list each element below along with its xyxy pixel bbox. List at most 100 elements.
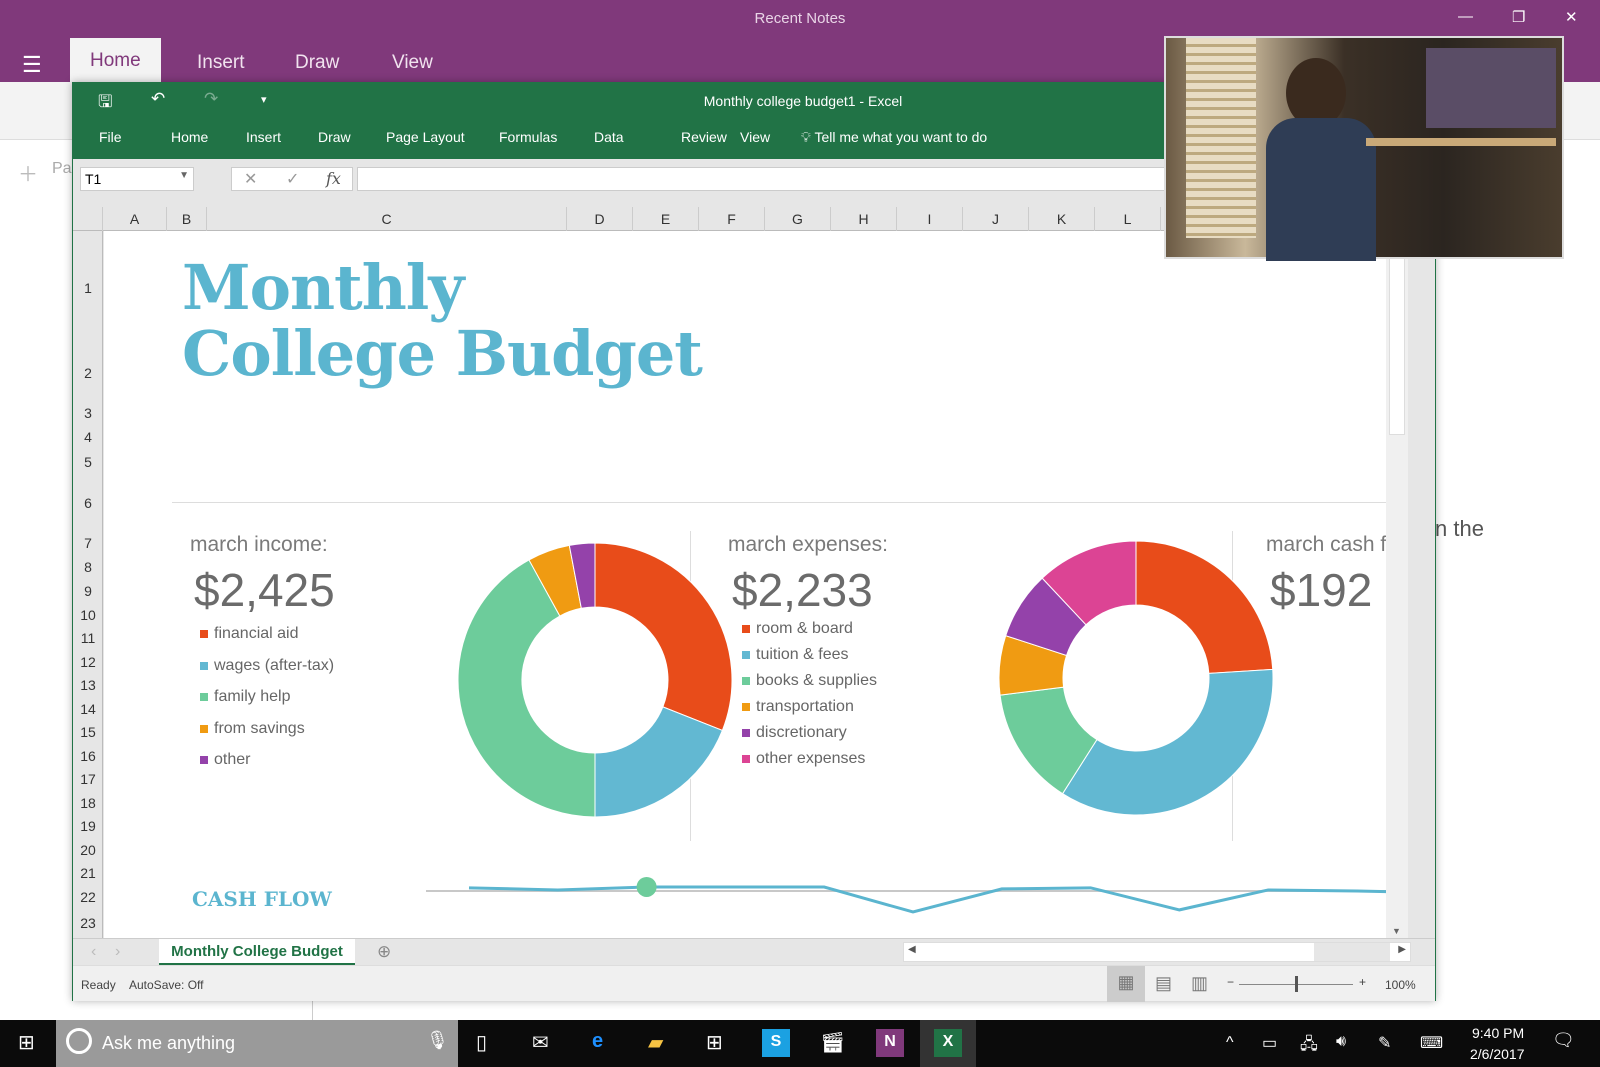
microphone-icon[interactable]: 🎙︎	[426, 1030, 449, 1051]
row-header[interactable]: 16	[73, 744, 103, 768]
scroll-down-icon[interactable]: ▼	[1392, 926, 1401, 936]
task-view-icon[interactable]: ▯	[476, 1030, 487, 1055]
cortana-search[interactable]: Ask me anything 🎙︎	[56, 1020, 458, 1067]
excel-taskbar-button[interactable]: X	[920, 1020, 976, 1067]
zoom-slider-thumb[interactable]	[1295, 976, 1298, 992]
cashflow-selected-point[interactable]	[636, 876, 657, 897]
keyboard-icon[interactable]: ⌨	[1420, 1033, 1443, 1053]
add-page-icon[interactable]: ＋	[18, 158, 38, 187]
sheet-tab-monthly-college-budget[interactable]: Monthly College Budget	[159, 939, 355, 965]
chevron-down-icon[interactable]: ▼	[179, 170, 189, 181]
onenote-tab-draw[interactable]: Draw	[275, 48, 359, 82]
zoom-in-icon[interactable]: +	[1359, 975, 1366, 989]
row-header[interactable]: 23	[73, 909, 103, 938]
row-header[interactable]: 13	[73, 674, 103, 697]
battery-icon[interactable]: ▭	[1262, 1033, 1277, 1053]
insert-function-icon[interactable]: fx	[326, 169, 341, 188]
row-header[interactable]: 14	[73, 697, 103, 721]
scroll-left-icon[interactable]: ◀	[908, 944, 916, 955]
add-page-label[interactable]: Pa	[52, 160, 72, 178]
onenote-tab-insert[interactable]: Insert	[177, 48, 265, 82]
row-header[interactable]: 22	[73, 885, 103, 909]
menu-page-layout[interactable]: Page Layout	[386, 129, 465, 145]
row-header[interactable]: 21	[73, 862, 103, 885]
column-header[interactable]: E	[633, 207, 699, 231]
normal-view-icon[interactable]: ▦	[1107, 966, 1145, 1002]
action-center-icon[interactable]: 🗨︎	[1552, 1030, 1575, 1051]
next-sheet-icon[interactable]: ›	[115, 943, 120, 961]
movies-icon[interactable]: 🎬︎	[820, 1030, 845, 1055]
column-header[interactable]: B	[167, 207, 207, 231]
store-icon[interactable]: ⊞	[706, 1030, 723, 1055]
column-header[interactable]: J	[963, 207, 1029, 231]
column-header[interactable]: D	[567, 207, 633, 231]
clock-time[interactable]: 9:40 PM	[1472, 1025, 1524, 1041]
column-header[interactable]: I	[897, 207, 963, 231]
menu-formulas[interactable]: Formulas	[499, 129, 557, 145]
prev-sheet-icon[interactable]: ‹	[91, 943, 96, 961]
row-header[interactable]: 1	[73, 231, 103, 346]
row-header[interactable]: 11	[73, 627, 103, 650]
onenote-tab-home[interactable]: Home	[70, 38, 161, 82]
network-icon[interactable]: 🖧︎	[1300, 1033, 1318, 1060]
row-header[interactable]: 5	[73, 449, 103, 476]
clock-date[interactable]: 2/6/2017	[1470, 1046, 1525, 1062]
menu-view[interactable]: View	[740, 129, 770, 145]
add-sheet-icon[interactable]: ⊕	[377, 942, 391, 962]
edge-icon[interactable]: e	[592, 1030, 603, 1053]
restore-button[interactable]: ❐	[1512, 8, 1525, 26]
menu-home[interactable]: Home	[171, 129, 208, 145]
column-header[interactable]: L	[1095, 207, 1161, 231]
hamburger-menu-icon[interactable]: ☰	[22, 52, 42, 78]
show-hidden-icons[interactable]: ^	[1226, 1034, 1234, 1052]
close-button[interactable]: ✕	[1565, 8, 1578, 26]
column-header[interactable]: K	[1029, 207, 1095, 231]
row-header[interactable]: 15	[73, 721, 103, 744]
onenote-tab-view[interactable]: View	[372, 48, 453, 82]
zoom-level[interactable]: 100%	[1385, 978, 1416, 992]
vertical-scrollbar[interactable]: ▼	[1386, 231, 1408, 938]
zoom-out-icon[interactable]: −	[1227, 975, 1234, 989]
row-header[interactable]: 6	[73, 476, 103, 531]
column-header[interactable]: A	[103, 207, 167, 231]
name-box[interactable]: T1 ▼	[80, 167, 194, 191]
row-header[interactable]: 8	[73, 556, 103, 579]
row-header[interactable]: 9	[73, 579, 103, 603]
mail-icon[interactable]: ✉	[532, 1030, 549, 1055]
page-break-view-icon[interactable]: ▥	[1191, 973, 1208, 994]
menu-data[interactable]: Data	[594, 129, 624, 145]
tell-me-search[interactable]: 💡︎ Tell me what you want to do	[801, 129, 987, 146]
scroll-right-icon[interactable]: ▶	[1398, 944, 1406, 955]
windows-start-icon[interactable]: ⊞	[18, 1030, 35, 1055]
horizontal-scrollbar[interactable]: ◀ ▶	[903, 942, 1411, 962]
row-header[interactable]: 12	[73, 650, 103, 674]
enter-icon[interactable]: ✓	[286, 169, 299, 189]
row-header[interactable]: 17	[73, 768, 103, 791]
menu-draw[interactable]: Draw	[318, 129, 351, 145]
column-header[interactable]: C	[207, 207, 567, 231]
minimize-button[interactable]: —	[1458, 8, 1473, 25]
worksheet[interactable]: Monthly College Budget march income: $2,…	[104, 231, 1386, 938]
menu-file[interactable]: File	[99, 129, 122, 145]
pen-icon[interactable]: ✎	[1378, 1033, 1391, 1053]
onenote-icon[interactable]: N	[876, 1029, 904, 1057]
video-overlay[interactable]	[1164, 36, 1564, 261]
menu-insert[interactable]: Insert	[246, 129, 281, 145]
column-header[interactable]: H	[831, 207, 897, 231]
column-header[interactable]: F	[699, 207, 765, 231]
row-header[interactable]: 20	[73, 838, 103, 862]
row-header[interactable]: 19	[73, 815, 103, 838]
select-all[interactable]	[73, 207, 103, 231]
row-header[interactable]: 2	[73, 346, 103, 401]
row-header[interactable]: 4	[73, 426, 103, 449]
page-layout-view-icon[interactable]: ▤	[1155, 973, 1172, 994]
file-explorer-icon[interactable]: ▰	[648, 1030, 663, 1055]
row-header[interactable]: 18	[73, 791, 103, 815]
volume-icon[interactable]: 🔊︎	[1336, 1033, 1346, 1051]
cancel-icon[interactable]: ✕	[244, 169, 257, 189]
menu-review[interactable]: Review	[681, 129, 727, 145]
skype-icon[interactable]: S	[762, 1029, 790, 1057]
vscroll-thumb[interactable]	[1389, 235, 1405, 435]
row-header[interactable]: 10	[73, 603, 103, 627]
column-header[interactable]: G	[765, 207, 831, 231]
